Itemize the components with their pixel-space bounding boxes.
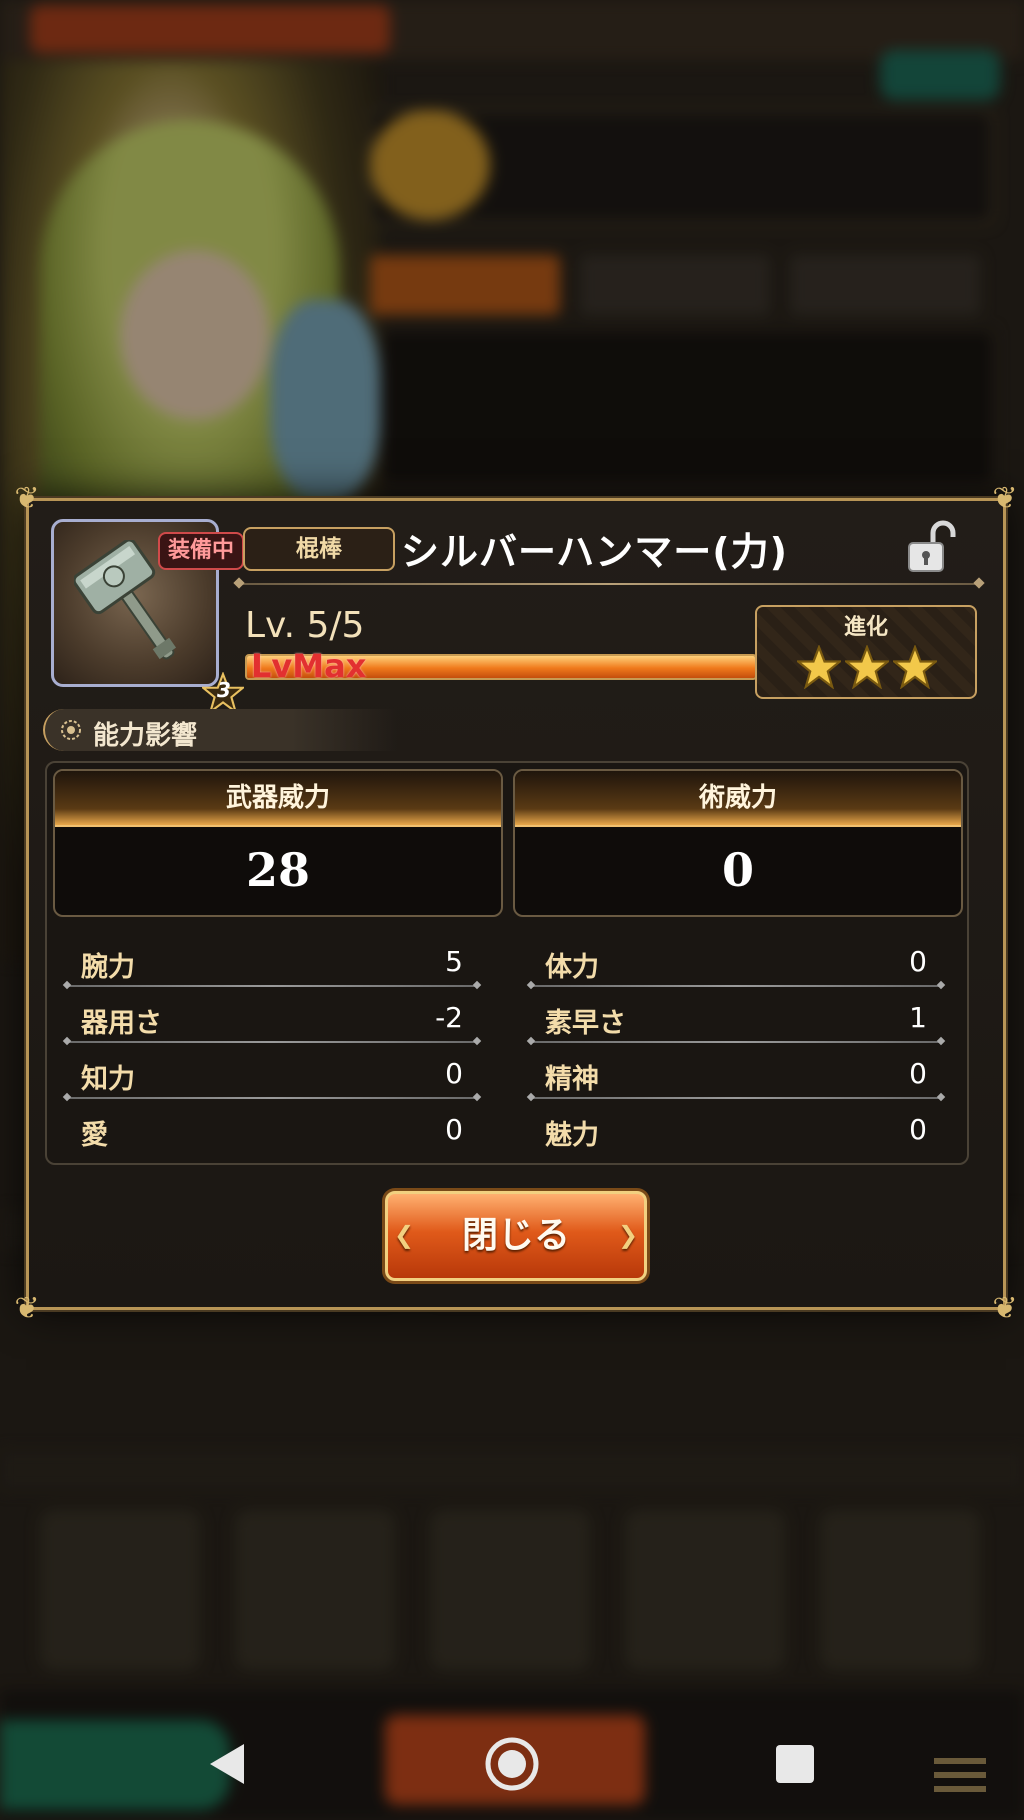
stats-panel: 武器威力 28 術威力 0 腕力 5 体力 0 器用さ -2 素早さ 1 知力 … (45, 761, 969, 1165)
weapon-type-tag: 棍棒 (243, 527, 395, 571)
home-nav-icon[interactable] (484, 1736, 540, 1792)
ornament-corner-icon: ❦ (992, 1291, 1018, 1326)
stat-divider (531, 985, 941, 987)
close-button-label: 閉じる (461, 1215, 570, 1256)
stat-cell: 器用さ -2 (67, 991, 477, 1047)
level-max-label: LvMax (251, 647, 367, 685)
button-ornament-icon: ❮ (394, 1221, 415, 1249)
menu-icon[interactable] (930, 1750, 990, 1800)
stat-label: 器用さ (81, 1008, 162, 1039)
stat-label: 体力 (545, 952, 599, 983)
recent-apps-nav-icon[interactable] (776, 1745, 814, 1783)
stat-cell: 精神 0 (531, 1047, 941, 1103)
stat-cell: 腕力 5 (67, 935, 477, 991)
evolution-label: 進化 (843, 615, 888, 640)
stat-label: 精神 (545, 1064, 599, 1095)
title-divider (239, 583, 979, 585)
weapon-power-box: 武器威力 28 (53, 769, 503, 917)
section-header: 能力影響 (43, 709, 397, 751)
stat-cell: 知力 0 (67, 1047, 477, 1103)
weapon-thumbnail: 装備中 3 (51, 519, 244, 714)
gear-icon (61, 720, 81, 740)
evolution-star-icon (797, 645, 841, 689)
evolution-panel: 進化 (755, 605, 977, 699)
stat-label: 魅力 (545, 1120, 599, 1151)
stat-row: 器用さ -2 素早さ 1 (67, 991, 947, 1047)
back-nav-icon[interactable] (208, 1742, 248, 1786)
stat-cell: 体力 0 (531, 935, 941, 991)
stat-list: 腕力 5 体力 0 器用さ -2 素早さ 1 知力 0 精神 0 愛 0 魅力 … (67, 935, 947, 1159)
stat-divider (531, 1097, 941, 1099)
stat-divider (67, 1041, 477, 1043)
evolution-stars (797, 645, 937, 689)
stat-value: 1 (909, 1001, 927, 1034)
art-power-label: 術威力 (515, 771, 961, 827)
ornament-corner-icon: ❦ (14, 481, 40, 516)
level-indicator: Lv. 5/5 (245, 605, 365, 646)
evolution-star-icon (845, 645, 889, 689)
evolution-star-icon (893, 645, 937, 689)
weapon-power-label: 武器威力 (55, 771, 501, 827)
stat-value: 0 (909, 1057, 927, 1090)
stat-label: 愛 (81, 1120, 108, 1151)
stat-cell: 愛 0 (67, 1103, 477, 1159)
stat-cell: 素早さ 1 (531, 991, 941, 1047)
stat-value: -2 (435, 1001, 463, 1034)
art-power-value: 0 (721, 843, 754, 897)
stat-row: 知力 0 精神 0 (67, 1047, 947, 1103)
stat-divider (67, 985, 477, 987)
ornament-corner-icon: ❦ (992, 481, 1018, 516)
stat-label: 素早さ (545, 1008, 626, 1039)
stat-value: 0 (445, 1057, 463, 1090)
section-title: 能力影響 (93, 721, 198, 751)
stat-row: 愛 0 魅力 0 (67, 1103, 947, 1159)
weapon-name: シルバーハンマー(力) (401, 530, 788, 574)
rarity-value: 3 (217, 678, 231, 702)
stat-value: 0 (909, 1113, 927, 1146)
weapon-power-value: 28 (245, 843, 310, 897)
button-ornament-icon: ❯ (618, 1221, 639, 1249)
stat-divider (67, 1097, 477, 1099)
stat-row: 腕力 5 体力 0 (67, 935, 947, 991)
stat-value: 5 (445, 945, 463, 978)
art-power-box: 術威力 0 (513, 769, 963, 917)
stat-value: 0 (445, 1113, 463, 1146)
unlock-padlock-icon[interactable] (903, 519, 959, 575)
ornament-corner-icon: ❦ (14, 1291, 40, 1326)
weapon-detail-dialog: ❦ ❦ ❦ ❦ 装備中 3 棍棒 シルバーハンマー(力) Lv. 5/5 LvM… (14, 481, 1017, 1326)
stat-label: 腕力 (81, 952, 135, 983)
stat-value: 0 (909, 945, 927, 978)
close-button[interactable]: ❮ 閉じる ❯ (385, 1191, 647, 1281)
stat-label: 知力 (81, 1064, 135, 1095)
stat-cell: 魅力 0 (531, 1103, 941, 1159)
equipped-badge: 装備中 (158, 532, 244, 570)
stat-divider (531, 1041, 941, 1043)
